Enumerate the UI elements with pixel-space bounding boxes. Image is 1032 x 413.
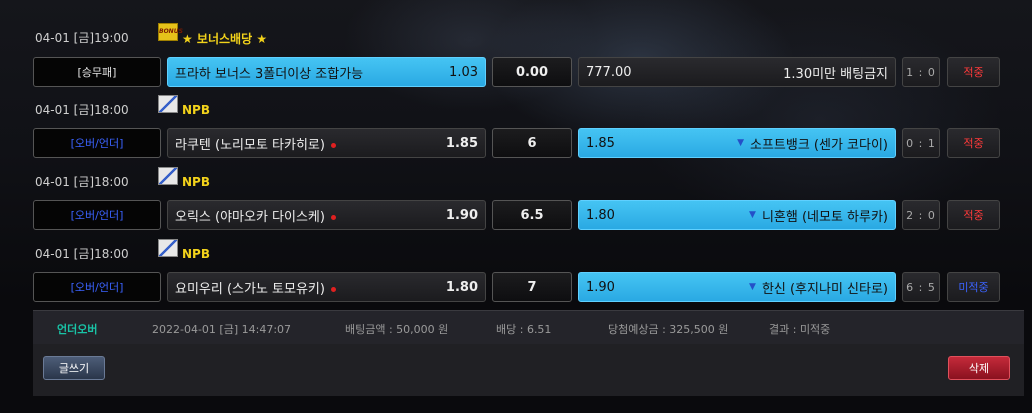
red-dot-icon: [330, 142, 336, 148]
away-team-wrap: ▼ 한신 (후지나미 신타로): [749, 278, 888, 297]
league-name: NPB: [182, 247, 210, 261]
away-team: 1.30미만 배팅금지: [783, 66, 888, 82]
home-selection[interactable]: 오릭스 (야마오카 다이스케) 1.90: [167, 200, 486, 230]
result-badge: 적중: [947, 200, 1000, 230]
away-odds: 1.80: [586, 207, 615, 223]
bet-datetime: 2022-04-01 [금] 14:47:07: [152, 323, 292, 336]
home-selection[interactable]: 프라하 보너스 3폴더이상 조합가능 1.03: [167, 57, 486, 87]
bonus-icon: BONUS: [158, 23, 183, 41]
result-badge: 적중: [947, 128, 1000, 158]
red-dot-icon: [330, 286, 336, 292]
bet-kind: 언더오버: [57, 323, 98, 336]
down-triangle-icon: ▼: [749, 282, 756, 292]
home-team-wrap: 요미우리 (스가노 토모유키): [175, 278, 336, 297]
home-odds: 1.80: [445, 279, 478, 295]
down-triangle-icon: ▼: [749, 210, 756, 220]
away-odds: 1.90: [586, 279, 615, 295]
down-triangle-icon: ▼: [737, 138, 744, 148]
bet-summary: 언더오버 2022-04-01 [금] 14:47:07 배팅금액 : 50,0…: [33, 310, 1024, 345]
home-odds: 1.03: [449, 64, 478, 80]
npb-flag-icon: [158, 167, 178, 185]
away-team: 니혼햄 (네모토 하루카): [761, 209, 888, 225]
away-odds: 1.85: [586, 135, 615, 151]
score: 2 : 0: [902, 200, 940, 230]
bet-result: 결과 : 미적중: [769, 323, 831, 336]
home-selection[interactable]: 요미우리 (스가노 토모유키) 1.80: [167, 272, 486, 302]
score: 1 : 0: [902, 57, 940, 87]
result-badge: 적중: [947, 57, 1000, 87]
bet-amount: 배팅금액 : 50,000 원: [345, 323, 449, 336]
away-team-wrap: ▼ 소프트뱅크 (센가 코다이): [737, 134, 888, 153]
away-team-wrap: ▼ 니혼햄 (네모토 하루카): [749, 206, 888, 225]
league-name: NPB: [182, 175, 210, 189]
bet-type: [오버/언더]: [33, 272, 161, 302]
away-team: 소프트뱅크 (센가 코다이): [749, 137, 888, 153]
expected-payout: 당첨예상금 : 325,500 원: [608, 323, 729, 336]
away-selection[interactable]: 1.80 ▼ 니혼햄 (네모토 하루카): [578, 200, 896, 230]
home-team: 라쿠텐 (노리모토 타카히로): [175, 137, 325, 153]
npb-flag-icon: [158, 239, 178, 257]
game-datetime: 04-01 [금]18:00: [35, 247, 129, 261]
away-selection[interactable]: 777.00 1.30미만 배팅금지: [578, 57, 896, 87]
away-selection[interactable]: 1.90 ▼ 한신 (후지나미 신타로): [578, 272, 896, 302]
game-datetime: 04-01 [금]19:00: [35, 31, 129, 45]
away-odds: 777.00: [586, 64, 632, 80]
handicap-value[interactable]: 6.5: [492, 200, 572, 230]
bet-type: [승무패]: [33, 57, 161, 87]
write-button[interactable]: 글쓰기: [43, 356, 105, 380]
league-label: NPB: [158, 239, 210, 263]
handicap-value[interactable]: 0.00: [492, 57, 572, 87]
home-team-wrap: 라쿠텐 (노리모토 타카히로): [175, 134, 336, 153]
handicap-value[interactable]: 6: [492, 128, 572, 158]
action-bar: [33, 344, 1024, 396]
away-selection[interactable]: 1.85 ▼ 소프트뱅크 (센가 코다이): [578, 128, 896, 158]
bet-type: [오버/언더]: [33, 200, 161, 230]
result-badge: 미적중: [947, 272, 1000, 302]
score: 6 : 5: [902, 272, 940, 302]
league-name: NPB: [182, 103, 210, 117]
league-label: NPB: [158, 95, 210, 119]
league-name: ★ 보너스배당 ★: [182, 31, 268, 46]
bet-odds: 배당 : 6.51: [496, 323, 552, 336]
home-selection[interactable]: 라쿠텐 (노리모토 타카히로) 1.85: [167, 128, 486, 158]
npb-flag-icon: [158, 95, 178, 113]
bet-type: [오버/언더]: [33, 128, 161, 158]
home-team: 요미우리 (스가노 토모유키): [175, 281, 325, 297]
score: 0 : 1: [902, 128, 940, 158]
league-label: NPB: [158, 167, 210, 191]
game-datetime: 04-01 [금]18:00: [35, 175, 129, 189]
away-team: 한신 (후지나미 신타로): [761, 281, 888, 297]
home-team-wrap: 오릭스 (야마오카 다이스케): [175, 206, 336, 225]
home-team: 프라하 보너스 3폴더이상 조합가능: [175, 66, 364, 82]
handicap-value[interactable]: 7: [492, 272, 572, 302]
red-dot-icon: [330, 214, 336, 220]
league-label: BONUS ★ 보너스배당 ★: [158, 23, 268, 47]
home-odds: 1.85: [445, 135, 478, 151]
game-datetime: 04-01 [금]18:00: [35, 103, 129, 117]
home-odds: 1.90: [445, 207, 478, 223]
delete-button[interactable]: 삭제: [948, 356, 1010, 380]
home-team: 오릭스 (야마오카 다이스케): [175, 209, 325, 225]
